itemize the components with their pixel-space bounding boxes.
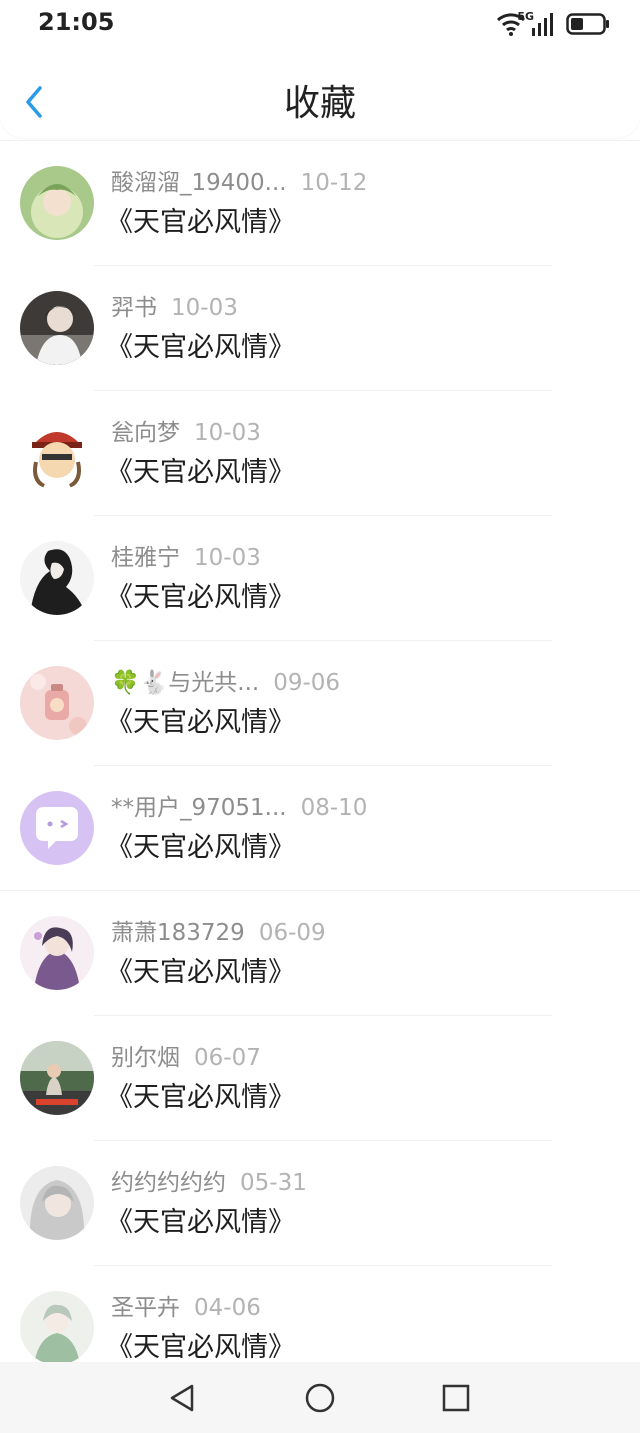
nav-back-button[interactable]: [166, 1382, 198, 1414]
item-username: 圣平卉: [111, 1295, 180, 1321]
item-meta: 萧萧183729 06-09: [111, 918, 326, 948]
list-item[interactable]: 萧萧183729 06-09 《天官必风情》: [0, 891, 640, 1016]
item-date: 10-03: [194, 420, 261, 446]
header: 收藏: [0, 50, 640, 138]
item-date: 04-06: [194, 1295, 261, 1321]
item-date: 08-10: [300, 795, 368, 821]
signal-5g-icon: [532, 13, 553, 36]
item-title: 《天官必风情》: [106, 457, 295, 488]
list-item[interactable]: 圣平卉 04-06 《天官必风情》: [0, 1266, 640, 1363]
item-meta: 🍀🐇与光共... 09-06: [111, 668, 340, 698]
list-item[interactable]: 约约约约约 05-31 《天官必风情》: [0, 1141, 640, 1266]
item-username: 瓮向梦: [111, 420, 180, 446]
item-username: 🍀🐇与光共...: [111, 670, 260, 696]
item-date: 06-07: [194, 1045, 261, 1071]
item-date: 10-12: [300, 170, 368, 196]
item-username: 羿书: [111, 295, 157, 321]
favorites-list: 酸溜溜_19400... 10-12 《天官必风情》 羿书 10-03 《天官必风情…: [0, 140, 640, 1363]
list-item[interactable]: 羿书 10-03 《天官必风情》: [0, 266, 640, 391]
cartoon-pirate-avatar[interactable]: [20, 416, 94, 490]
anime-purple-avatar[interactable]: [20, 916, 94, 990]
nav-back-triangle-icon: [170, 1384, 194, 1412]
item-meta: 羿书 10-03: [111, 293, 238, 323]
list-item[interactable]: 桂雅宁 10-03 《天官必风情》: [0, 516, 640, 641]
item-date: 09-06: [273, 670, 341, 696]
item-date: 10-03: [171, 295, 238, 321]
list-item[interactable]: 酸溜溜_19400... 10-12 《天官必风情》: [0, 141, 640, 266]
anime-green-figure-avatar[interactable]: [20, 1291, 94, 1363]
nav-home-circle-icon: [305, 1383, 335, 1413]
item-date: 10-03: [194, 545, 261, 571]
item-meta: **用户_97051... 08-10: [111, 793, 367, 823]
list-item[interactable]: 🍀🐇与光共... 09-06 《天官必风情》: [0, 641, 640, 766]
item-title: 《天官必风情》: [106, 207, 295, 238]
list-item[interactable]: **用户_97051... 08-10 《天官必风情》: [0, 766, 640, 891]
page-title: 收藏: [283, 83, 356, 124]
item-meta: 酸溜溜_19400... 10-12: [111, 168, 367, 198]
person-dark-hair-avatar[interactable]: [20, 291, 94, 365]
item-title: 《天官必风情》: [106, 707, 295, 738]
sketch-portrait-avatar[interactable]: [20, 541, 94, 615]
item-username: 别尔烟: [111, 1045, 180, 1071]
item-date: 05-31: [240, 1170, 307, 1196]
nav-home-button[interactable]: [304, 1382, 336, 1414]
status-time: 21:05: [38, 8, 115, 36]
item-meta: 桂雅宁 10-03: [111, 543, 261, 573]
anime-silver-haired-avatar[interactable]: [20, 1166, 94, 1240]
nav-recents-button[interactable]: [440, 1382, 472, 1414]
item-meta: 别尔烟 06-07: [111, 1043, 261, 1073]
item-title: 《天官必风情》: [106, 832, 295, 863]
list-item[interactable]: 瓮向梦 10-03 《天官必风情》: [0, 391, 640, 516]
item-username: 约约约约约: [111, 1170, 226, 1196]
item-username: 萧萧183729: [111, 920, 245, 946]
item-username: 酸溜溜_19400...: [111, 170, 287, 196]
battery-icon: [566, 13, 609, 35]
item-title: 《天官必风情》: [106, 582, 295, 613]
system-nav-bar: [0, 1362, 640, 1433]
item-title: 《天官必风情》: [106, 1082, 295, 1113]
item-meta: 瓮向梦 10-03: [111, 418, 261, 448]
anime-green-haired-avatar[interactable]: [20, 166, 94, 240]
item-meta: 圣平卉 04-06: [111, 1293, 261, 1323]
item-title: 《天官必风情》: [106, 1207, 295, 1238]
nav-recents-square-icon: [442, 1384, 470, 1412]
pink-charm-avatar[interactable]: [20, 666, 94, 740]
item-date: 06-09: [258, 920, 326, 946]
item-meta: 约约约约约 05-31: [111, 1168, 307, 1198]
outdoor-photo-avatar[interactable]: [20, 1041, 94, 1115]
item-title: 《天官必风情》: [106, 1332, 295, 1363]
list-item[interactable]: 别尔烟 06-07 《天官必风情》: [0, 1016, 640, 1141]
default-chat-bubble-avatar[interactable]: [20, 791, 94, 865]
item-title: 《天官必风情》: [106, 957, 295, 988]
item-username: **用户_97051...: [111, 795, 287, 821]
item-username: 桂雅宁: [111, 545, 180, 571]
item-title: 《天官必风情》: [106, 332, 295, 363]
status-bar: 21:05 5G: [0, 0, 640, 50]
